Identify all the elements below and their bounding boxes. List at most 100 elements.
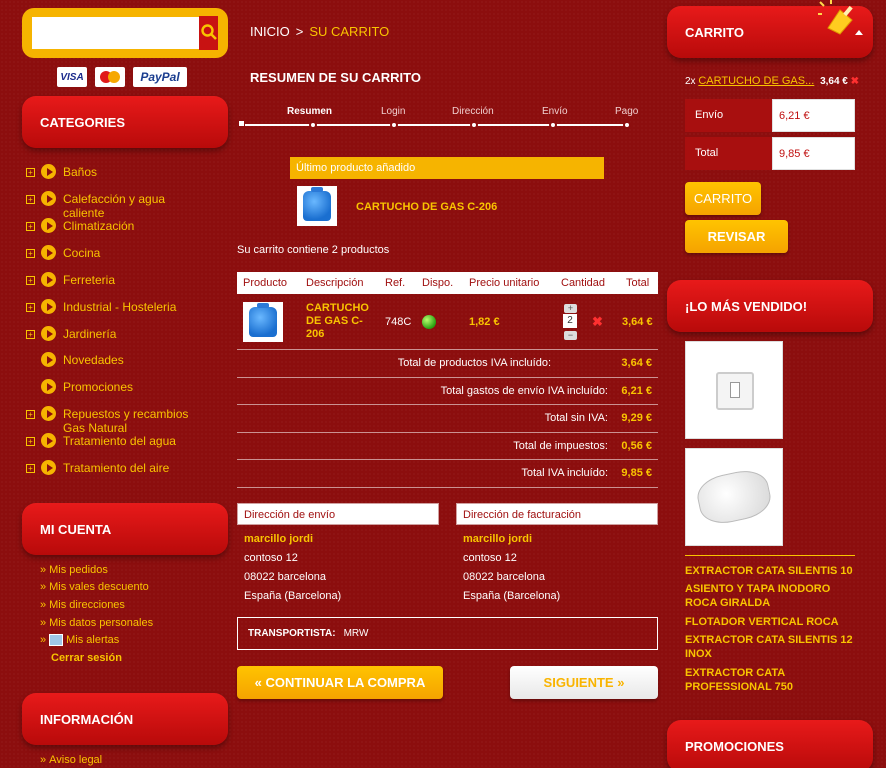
mastercard-logo (95, 67, 125, 87)
remove-item-icon[interactable]: ✖ (851, 76, 859, 87)
quantity-decrease-button[interactable]: − (564, 331, 577, 340)
expand-icon[interactable]: + (26, 222, 35, 231)
category-item[interactable]: + Tratamiento del aire (22, 460, 228, 475)
bestseller-image-extractor[interactable] (685, 341, 783, 439)
category-item[interactable]: + Baños (22, 164, 228, 179)
category-item[interactable]: Promociones (22, 379, 228, 394)
category-item[interactable]: Novedades (22, 352, 228, 367)
cart-button[interactable]: CARRITO (685, 182, 761, 215)
arrow-right-icon (41, 326, 56, 341)
cart-row-product-image[interactable] (243, 302, 283, 342)
category-label[interactable]: Repuestos y recambios Gas Natural (63, 407, 203, 435)
expand-icon[interactable]: + (26, 437, 35, 446)
category-label[interactable]: Promociones (63, 380, 133, 394)
category-label[interactable]: Industrial - Hosteleria (63, 300, 176, 314)
promotions-title: PROMOCIONES (685, 738, 784, 754)
bestseller-item[interactable]: ASIENTO Y TAPA INODORO ROCA GIRALDA (685, 582, 860, 610)
step-summary: Resumen (287, 106, 333, 117)
category-label[interactable]: Tratamiento del aire (63, 461, 169, 475)
cart-row-total: 3,64 € (622, 316, 653, 328)
category-label[interactable]: Novedades (63, 353, 124, 367)
breadcrumb-home[interactable]: INICIO (250, 24, 290, 39)
last-added-product-image[interactable] (297, 186, 337, 226)
category-item[interactable]: + Industrial - Hosteleria (22, 299, 228, 314)
expand-icon[interactable]: + (26, 168, 35, 177)
total-shipping-label: Total gastos de envío IVA incluído: (440, 385, 608, 397)
expand-icon[interactable]: + (26, 195, 35, 204)
bestseller-item[interactable]: EXTRACTOR CATA SILENTIS 10 (685, 564, 860, 578)
my-addresses-link[interactable]: Mis direcciones (40, 599, 125, 611)
my-personal-data-link[interactable]: Mis datos personales (40, 617, 153, 629)
expand-icon[interactable]: + (26, 276, 35, 285)
shipping-address-title: Dirección de envío (237, 503, 439, 525)
category-item[interactable]: + Cocina (22, 245, 228, 260)
expand-icon[interactable]: + (26, 330, 35, 339)
total-shipping-value: 6,21 € (621, 385, 652, 397)
carrier-box: TRANSPORTISTA: MRW (237, 617, 658, 650)
mini-cart-item-link[interactable]: CARTUCHO DE GAS... (698, 75, 814, 87)
payment-cards: VISA PayPal (57, 67, 187, 87)
logout-link[interactable]: Cerrar sesión (51, 652, 122, 664)
col-product: Producto (243, 277, 288, 289)
category-label[interactable]: Calefacción y agua caliente (63, 192, 203, 220)
expand-icon[interactable]: + (26, 303, 35, 312)
category-label[interactable]: Ferreteria (63, 273, 115, 287)
category-item[interactable]: + Jardinería (22, 326, 228, 341)
category-label[interactable]: Climatización (63, 219, 134, 233)
last-added-header: Último producto añadido (290, 157, 604, 179)
category-label[interactable]: Jardinería (63, 327, 116, 341)
mini-cart-shipping-value: 6,21 € (772, 99, 855, 132)
expand-icon[interactable]: + (26, 249, 35, 258)
billing-address-box: Dirección de facturación marcillo jordi … (456, 503, 658, 604)
availability-icon (422, 315, 436, 329)
arrow-right-icon (41, 272, 56, 287)
shipping-region: España (Barcelona) (244, 590, 342, 602)
promotions-header: PROMOCIONES (667, 720, 873, 768)
breadcrumb: INICIO > SU CARRITO (250, 24, 389, 39)
category-label[interactable]: Tratamiento del agua (63, 434, 176, 448)
next-button[interactable]: SIGUIENTE » (510, 666, 658, 699)
cart-row-description[interactable]: CARTUCHO DE GAS C-206 (306, 302, 372, 341)
category-item[interactable]: + Ferreteria (22, 272, 228, 287)
bestseller-image-toilet-seat[interactable] (685, 448, 783, 546)
delete-item-icon[interactable]: ✖ (592, 314, 603, 330)
category-item[interactable]: + Climatización (22, 218, 228, 233)
quantity-value[interactable]: 2 (563, 314, 577, 328)
category-item[interactable]: + Calefacción y agua caliente (22, 191, 228, 220)
bestsellers-divider (685, 555, 855, 556)
breadcrumb-separator: > (295, 24, 304, 39)
continue-shopping-button[interactable]: « CONTINUAR LA COMPRA (237, 666, 443, 699)
search-input[interactable] (32, 17, 199, 49)
step-dot-summary (309, 121, 317, 129)
last-added-product-link[interactable]: CARTUCHO DE GAS C-206 (356, 201, 497, 213)
quantity-increase-button[interactable]: + (564, 304, 577, 313)
search-button[interactable] (199, 16, 218, 50)
category-label[interactable]: Baños (63, 165, 97, 179)
expand-icon[interactable]: + (26, 464, 35, 473)
bestseller-item[interactable]: EXTRACTOR CATA SILENTIS 12 INOX (685, 633, 860, 661)
category-item[interactable]: + Repuestos y recambios Gas Natural (22, 406, 228, 435)
my-alerts-row[interactable]: » Mis alertas (40, 634, 119, 646)
billing-name: marcillo jordi (463, 533, 533, 545)
total-products-value: 3,64 € (621, 357, 652, 369)
my-orders-link[interactable]: Mis pedidos (40, 564, 108, 576)
cart-count-text: Su carrito contiene 2 productos (237, 244, 390, 256)
my-vouchers-link[interactable]: Mis vales descuento (40, 581, 149, 593)
total-products-label: Total de productos IVA incluído: (397, 357, 551, 369)
arrow-right-icon (41, 460, 56, 475)
search-box (22, 8, 228, 58)
my-alerts-link[interactable]: Mis alertas (66, 634, 119, 646)
bestseller-item[interactable]: EXTRACTOR CATA PROFESSIONAL 750 (685, 666, 860, 694)
extractor-switch-icon (730, 382, 740, 398)
category-label[interactable]: Cocina (63, 246, 100, 260)
expand-icon[interactable]: + (26, 410, 35, 419)
row-divider (237, 377, 658, 378)
arrow-right-icon (41, 379, 56, 394)
total-no-tax-label: Total sin IVA: (544, 412, 608, 424)
extractor-icon (716, 372, 754, 410)
category-item[interactable]: + Tratamiento del agua (22, 433, 228, 448)
bestseller-item[interactable]: FLOTADOR VERTICAL ROCA (685, 615, 860, 629)
alert-icon (49, 634, 64, 646)
legal-notice-link[interactable]: Aviso legal (40, 754, 102, 766)
review-button[interactable]: REVISAR (685, 220, 788, 253)
